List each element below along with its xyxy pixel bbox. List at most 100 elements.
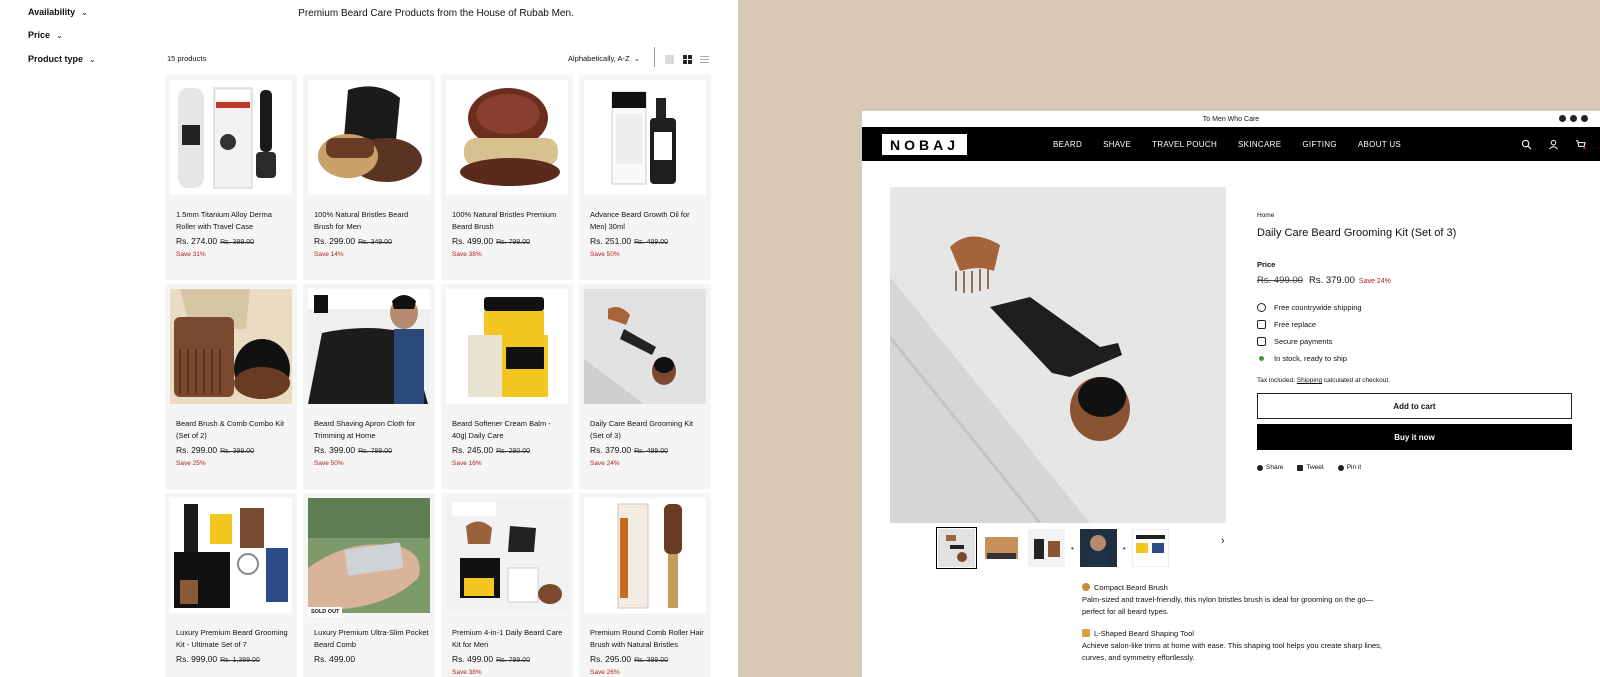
filter-label: Price [28,30,51,40]
product-description: Compact Beard Brush Palm-sized and trave… [1082,582,1392,674]
product-price: Rs. 379.00 Rs. 499.00 [590,445,668,455]
product-price: Rs. 295.00 Rs. 399.00 [590,654,668,664]
save-label: Save 38% [452,251,482,258]
product-card[interactable]: SOLD OUT Luxury Premium Ultra-Slim Pocke… [303,493,435,677]
product-price: Rs. 499.00 Rs. 799.00 [452,236,530,246]
description-heading: L-Shaped Beard Shaping Tool [1082,628,1392,640]
account-icon[interactable] [1548,139,1559,150]
sort-select[interactable]: Alphabetically, A-Z ⌄ [568,54,640,63]
menu-item-beard[interactable]: BEARD [1053,140,1082,149]
product-image [308,498,430,613]
view-list-icon[interactable] [700,55,709,64]
product-image [446,289,568,404]
filter-availability[interactable]: Availability ⌄ [28,7,88,17]
menu-item-skincare[interactable]: SKINCARE [1238,140,1281,149]
product-price: Rs. 245.00 Rs. 290.00 [452,445,530,455]
save-label: Save 50% [590,251,620,258]
menu-item-about-us[interactable]: ABOUT US [1358,140,1401,149]
product-image [446,498,568,613]
filter-label: Availability [28,7,76,17]
product-card[interactable]: Premium Round Comb Roller Hair Brush wit… [579,493,711,677]
description-text: Palm-sized and travel-friendly, this nyl… [1082,595,1374,616]
site-logo[interactable]: NOBAJ [882,134,967,155]
brush-emoji-icon [1082,583,1090,591]
pinterest-icon [1337,464,1344,471]
share-facebook-link[interactable]: Share [1257,464,1283,471]
menu-item-gifting[interactable]: GIFTING [1302,140,1337,149]
view-large-grid-icon[interactable] [665,55,674,64]
shipping-link[interactable]: Shipping [1297,377,1322,384]
share-pinterest-link[interactable]: Pin it [1337,464,1361,471]
sale-price: Rs. 379.00 [1308,275,1355,286]
product-image [584,498,706,613]
feature-shipping: Free countrywide shipping [1257,303,1362,312]
product-image [308,80,430,195]
description-heading: Compact Beard Brush [1082,582,1392,594]
announcement-bar: To Men Who Care [862,111,1600,127]
product-image [308,289,430,404]
product-card[interactable]: Advance Beard Growth Oil for Men| 30ml R… [579,75,711,280]
price-label: Price [1257,260,1276,269]
share-twitter-link[interactable]: Tweet [1297,464,1324,471]
sort-label: Alphabetically, A-Z [568,54,630,63]
product-price: Rs. 251.00 Rs. 499.00 [590,236,668,246]
compare-price: Rs. 499.00 [1257,275,1303,286]
filter-product-type[interactable]: Product type ⌄ [28,54,96,64]
filter-label: Product type [28,54,84,64]
product-price: Rs. 499.00 Rs. 799.00 [452,654,530,664]
save-label: Save 50% [314,460,344,467]
product-name: Beard Shaving Apron Cloth for Trimming a… [314,419,416,440]
product-image [584,80,706,195]
tax-note: Tax included. Shipping calculated at che… [1257,377,1391,384]
thumbnail[interactable] [1028,529,1065,567]
carousel-dot: • [1071,543,1074,553]
thumbnail[interactable] [936,527,977,569]
product-title: Daily Care Beard Grooming Kit (Set of 3) [1257,227,1457,239]
product-name: Premium 4-in-1 Daily Beard Care Kit for … [452,628,563,649]
globe-icon [1257,303,1266,312]
thumbnail[interactable] [983,529,1020,567]
product-image [170,498,292,613]
filter-price[interactable]: Price ⌄ [28,30,63,40]
product-card[interactable]: Beard Softener Cream Balm - 40g| Daily C… [441,284,573,489]
product-card[interactable]: 100% Natural Bristles Premium Beard Brus… [441,75,573,280]
menu-item-shave[interactable]: SHAVE [1103,140,1131,149]
product-name: 100% Natural Bristles Beard Brush for Me… [314,210,409,231]
site-header: NOBAJ BEARD SHAVE TRAVEL POUCH SKINCARE … [862,127,1600,161]
product-main-image[interactable] [890,187,1226,523]
product-card[interactable]: 1.5mm Titanium Alloy Derma Roller with T… [165,75,297,280]
product-count: 15 products [167,54,207,63]
product-price: Rs. 499.00 [314,654,356,664]
share-links: Share Tweet Pin it [1257,464,1361,471]
twitter-icon [1297,464,1304,471]
view-small-grid-icon[interactable] [683,55,692,64]
product-price: Rs. 274.00 Rs. 399.00 [176,236,254,246]
product-name: Luxury Premium Beard Grooming Kit - Ulti… [176,628,288,649]
save-label: Save 26% [590,669,620,676]
thumbnail[interactable] [1079,529,1117,567]
add-to-cart-button[interactable]: Add to cart [1257,393,1572,419]
chevron-right-icon[interactable]: › [1221,535,1225,547]
product-card[interactable]: 100% Natural Bristles Beard Brush for Me… [303,75,435,280]
product-card[interactable]: Daily Care Beard Grooming Kit (Set of 3)… [579,284,711,489]
menu-item-travel-pouch[interactable]: TRAVEL POUCH [1152,140,1217,149]
product-name: Beard Softener Cream Balm - 40g| Daily C… [452,419,551,440]
facebook-icon[interactable] [1570,115,1577,122]
product-page: To Men Who Care NOBAJ BEARD SHAVE TRAVEL… [862,111,1600,677]
product-card[interactable]: Premium 4-in-1 Daily Beard Care Kit for … [441,493,573,677]
save-label: Save 14% [314,251,344,258]
save-label: Save 16% [452,460,482,467]
product-card[interactable]: Beard Brush & Comb Combo Kit (Set of 2) … [165,284,297,489]
breadcrumb[interactable]: Home [1257,212,1274,219]
feature-replace: Free replace [1257,320,1316,329]
search-icon[interactable] [1521,139,1532,150]
youtube-icon[interactable] [1581,115,1588,122]
thumbnail[interactable] [1131,529,1169,567]
cart-icon[interactable] [1575,139,1586,150]
product-card[interactable]: Luxury Premium Beard Grooming Kit - Ulti… [165,493,297,677]
product-card[interactable]: Beard Shaving Apron Cloth for Trimming a… [303,284,435,489]
instagram-icon[interactable] [1559,115,1566,122]
product-price: Rs. 399.00 Rs. 799.00 [314,445,392,455]
buy-now-button[interactable]: Buy it now [1257,424,1572,450]
in-stock-dot-icon [1259,356,1264,361]
